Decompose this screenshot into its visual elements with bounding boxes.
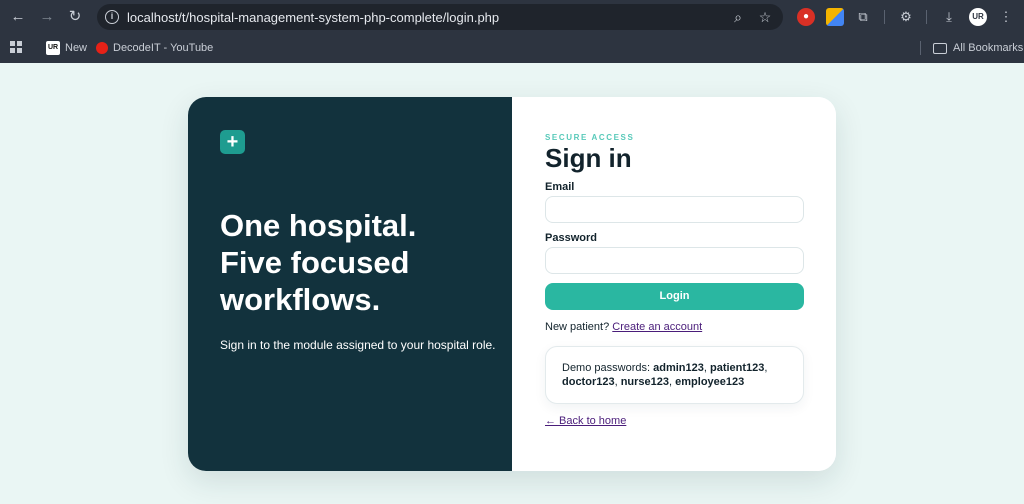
bookmark-label: New bbox=[65, 42, 88, 54]
new-patient-text: New patient? bbox=[545, 321, 610, 333]
back-arrow-icon[interactable]: ← bbox=[7, 6, 29, 28]
new-patient-row: New patient? Create an account bbox=[545, 321, 702, 333]
download-icon[interactable]: ⤓ bbox=[940, 8, 958, 26]
extension-color-icon[interactable] bbox=[826, 8, 844, 26]
site-info-icon[interactable]: i bbox=[105, 10, 119, 24]
email-field[interactable] bbox=[545, 196, 804, 223]
apps-grid-icon[interactable] bbox=[10, 41, 22, 53]
create-account-link[interactable]: Create an account bbox=[612, 321, 702, 333]
hero-panel: + One hospital. Five focused workflows. … bbox=[188, 97, 512, 471]
youtube-icon bbox=[96, 42, 108, 55]
demo-prefix: Demo passwords: bbox=[562, 362, 651, 374]
browser-chrome: ← → ↻ i localhost/t/hospital-management-… bbox=[0, 0, 1024, 63]
demo-password: admin123 bbox=[653, 362, 704, 374]
hero-subtitle: Sign in to the module assigned to your h… bbox=[220, 338, 496, 352]
back-to-home-link[interactable]: ← Back to home bbox=[545, 415, 626, 427]
bookmarks-bar: UR New DecodeIT - YouTube All Bookmarks bbox=[0, 34, 1024, 63]
demo-passwords-box: Demo passwords: admin123, patient123, do… bbox=[545, 346, 804, 404]
zoom-icon[interactable]: ⌕ bbox=[729, 8, 747, 26]
demo-password: patient123 bbox=[709, 362, 765, 374]
hero-line: Five focused bbox=[220, 245, 410, 280]
address-bar[interactable]: i localhost/t/hospital-management-system… bbox=[97, 4, 783, 30]
toolbar-separator bbox=[884, 10, 885, 24]
bookmark-star-icon[interactable]: ☆ bbox=[756, 8, 774, 26]
email-label: Email bbox=[545, 181, 575, 193]
hero-line: One hospital. bbox=[220, 208, 417, 243]
url-text[interactable]: localhost/t/hospital-management-system-p… bbox=[127, 10, 499, 25]
hero-line: workflows. bbox=[220, 282, 381, 317]
demo-password: doctor123 bbox=[562, 376, 615, 388]
hero-heading: One hospital. Five focused workflows. bbox=[220, 207, 490, 318]
menu-kebab-icon[interactable]: ⋮ bbox=[997, 8, 1015, 26]
reload-icon[interactable]: ↻ bbox=[64, 6, 86, 28]
bookmark-decodeit-youtube[interactable]: DecodeIT - YouTube bbox=[96, 40, 213, 56]
toolbar-separator bbox=[926, 10, 927, 24]
all-bookmarks-label: All Bookmarks bbox=[953, 42, 1024, 54]
profile-avatar[interactable]: UR bbox=[969, 8, 987, 26]
devtools-icon[interactable]: ⚙ bbox=[897, 8, 915, 26]
ur-logo-icon: UR bbox=[46, 41, 60, 56]
password-label: Password bbox=[545, 232, 597, 244]
bookmark-label: DecodeIT - YouTube bbox=[113, 42, 214, 54]
sign-in-panel: SECURE ACCESS Sign in Email Password Log… bbox=[512, 97, 836, 471]
bookmarks-separator bbox=[920, 41, 921, 55]
extension-red-icon[interactable]: ● bbox=[797, 8, 815, 26]
forward-arrow-icon[interactable]: → bbox=[36, 6, 58, 28]
password-field[interactable] bbox=[545, 247, 804, 274]
demo-password: nurse123 bbox=[620, 376, 670, 388]
folder-icon bbox=[933, 42, 947, 54]
all-bookmarks[interactable]: All Bookmarks bbox=[933, 40, 1023, 56]
browser-toolbar: ← → ↻ i localhost/t/hospital-management-… bbox=[0, 0, 1024, 34]
demo-password: employee123 bbox=[675, 376, 745, 388]
login-card: + One hospital. Five focused workflows. … bbox=[188, 97, 836, 471]
hospital-cross-logo-icon: + bbox=[220, 130, 245, 154]
login-button[interactable]: Login bbox=[545, 283, 804, 310]
eyebrow-label: SECURE ACCESS bbox=[545, 133, 635, 142]
extensions-puzzle-icon[interactable]: ⧉ bbox=[854, 8, 872, 26]
page-title: Sign in bbox=[545, 143, 632, 173]
bookmark-new[interactable]: UR New bbox=[46, 40, 87, 56]
